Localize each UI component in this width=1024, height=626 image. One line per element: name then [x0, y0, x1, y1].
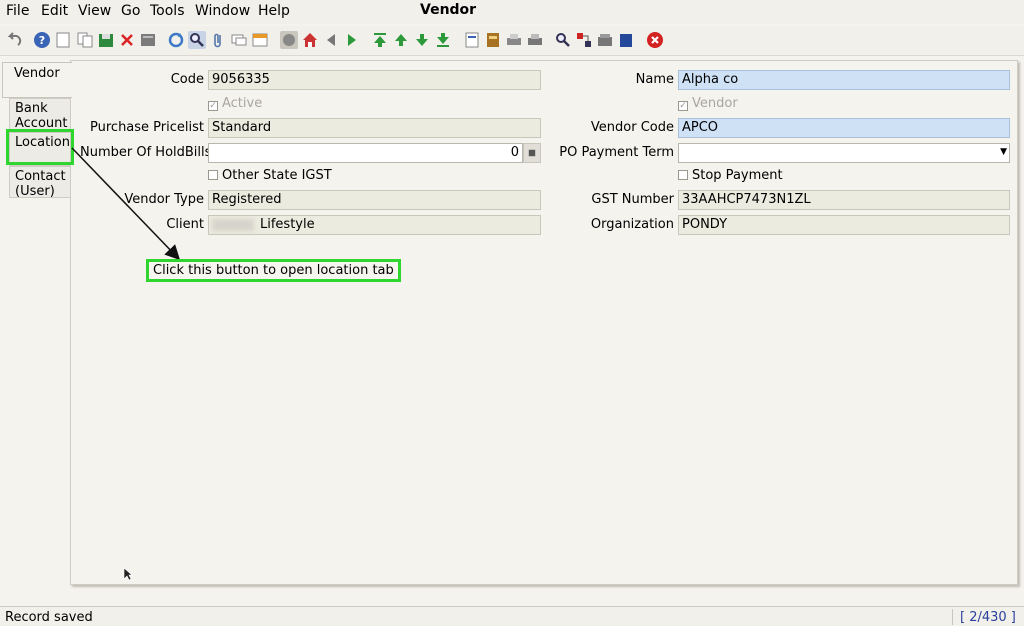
po-payment-term-select[interactable]: ▼ — [678, 143, 1010, 163]
purchase-pricelist-label: Purchase Pricelist — [90, 120, 204, 135]
menu-file[interactable]: File — [6, 3, 29, 19]
home-icon[interactable] — [301, 31, 319, 49]
first-record-icon[interactable] — [371, 31, 389, 49]
next-record-icon[interactable] — [413, 31, 431, 49]
other-state-igst-label: Other State IGST — [222, 168, 332, 183]
vendor-type-field[interactable]: Registered — [208, 190, 541, 210]
save-icon[interactable] — [97, 31, 115, 49]
vendor-form-panel — [70, 60, 1018, 585]
find-icon[interactable] — [188, 31, 206, 49]
check-icon: ✓ — [678, 101, 688, 111]
check-icon: ✓ — [208, 101, 218, 111]
last-record-icon[interactable] — [434, 31, 452, 49]
delete-icon[interactable] — [118, 31, 136, 49]
code-label: Code — [170, 72, 204, 87]
undo-icon[interactable] — [5, 31, 23, 49]
checkbox-icon — [208, 170, 218, 180]
purchase-pricelist-field[interactable]: Standard — [208, 118, 541, 138]
client-label: Client — [166, 217, 204, 232]
workflow-icon[interactable] — [575, 31, 593, 49]
vendor-code-label: Vendor Code — [590, 120, 674, 135]
organization-field[interactable]: PONDY — [678, 215, 1010, 235]
checkbox-icon — [678, 170, 688, 180]
menu-tools[interactable]: Tools — [150, 3, 185, 19]
holdbills-field[interactable]: 0 — [208, 143, 523, 163]
po-payment-term-label: PO Payment Term — [559, 145, 674, 160]
stop-payment-label: Stop Payment — [692, 168, 783, 183]
vendor-type-label: Vendor Type — [124, 192, 204, 207]
refresh-icon[interactable] — [167, 31, 185, 49]
active-checkbox[interactable]: ✓ Active — [208, 96, 262, 111]
location-tab-highlight — [6, 129, 74, 165]
gst-number-label: GST Number — [591, 192, 674, 207]
status-message: Record saved — [5, 610, 93, 625]
holdbills-label: Number Of HoldBills — [80, 145, 212, 160]
menu-go[interactable]: Go — [121, 3, 140, 19]
name-field[interactable]: Alpha co — [678, 70, 1010, 90]
report-icon[interactable] — [139, 31, 157, 49]
zoom-across-icon[interactable] — [554, 31, 572, 49]
menu-edit[interactable]: Edit — [41, 3, 68, 19]
zoom-icon[interactable] — [280, 31, 298, 49]
annotation-callout: Click this button to open location tab — [146, 259, 401, 282]
redacted-text — [212, 218, 254, 231]
print-icon[interactable] — [526, 31, 544, 49]
archive-icon[interactable] — [463, 31, 481, 49]
client-field[interactable]: Lifestyle — [208, 215, 541, 235]
window-title: Vendor — [420, 2, 477, 18]
close-icon[interactable] — [646, 31, 664, 49]
calculator-button[interactable] — [523, 143, 541, 163]
print-preview-icon[interactable] — [505, 31, 523, 49]
vendor-label: Vendor — [692, 96, 738, 111]
help-icon[interactable]: ? — [33, 31, 51, 49]
product-info-icon[interactable] — [484, 31, 502, 49]
calculator-icon — [528, 149, 536, 157]
name-label: Name — [635, 72, 674, 87]
previous-record-icon[interactable] — [392, 31, 410, 49]
forward-icon[interactable] — [343, 31, 361, 49]
chevron-down-icon[interactable]: ▼ — [1000, 144, 1007, 160]
request-icon[interactable] — [596, 31, 614, 49]
attachment-icon[interactable] — [209, 31, 227, 49]
menu-help[interactable]: Help — [258, 3, 290, 19]
toolbar: ? — [0, 26, 1024, 56]
record-count[interactable]: [ 2/430 ] — [960, 610, 1016, 625]
mouse-cursor-icon — [123, 567, 133, 581]
organization-label: Organization — [590, 217, 674, 232]
copy-icon[interactable] — [76, 31, 94, 49]
client-value: Lifestyle — [260, 217, 315, 232]
status-divider — [952, 609, 953, 625]
menu-bar: File Edit View Go Tools Window Help Vend… — [0, 0, 1024, 24]
code-field[interactable]: 9056335 — [208, 70, 541, 90]
vendor-checkbox[interactable]: ✓ Vendor — [678, 96, 738, 111]
menu-view[interactable]: View — [78, 3, 111, 19]
tab-bank-account[interactable]: Bank Account — [9, 98, 70, 132]
lock-icon[interactable] — [617, 31, 635, 49]
svg-text:?: ? — [39, 34, 45, 47]
gst-number-field[interactable]: 33AAHCP7473N1ZL — [678, 190, 1010, 210]
status-bar: Record saved [ 2/430 ] — [0, 606, 1024, 626]
active-label: Active — [222, 96, 263, 111]
new-icon[interactable] — [54, 31, 72, 49]
back-icon[interactable] — [322, 31, 340, 49]
history-icon[interactable] — [251, 31, 269, 49]
menu-window[interactable]: Window — [195, 3, 250, 19]
other-state-igst-checkbox[interactable]: Other State IGST — [208, 168, 332, 183]
tab-vendor[interactable]: Vendor — [2, 62, 72, 98]
stop-payment-checkbox[interactable]: Stop Payment — [678, 168, 783, 183]
chat-icon[interactable] — [230, 31, 248, 49]
tab-contact-user[interactable]: Contact (User) — [9, 166, 70, 199]
vendor-code-field[interactable]: APCO — [678, 118, 1010, 138]
